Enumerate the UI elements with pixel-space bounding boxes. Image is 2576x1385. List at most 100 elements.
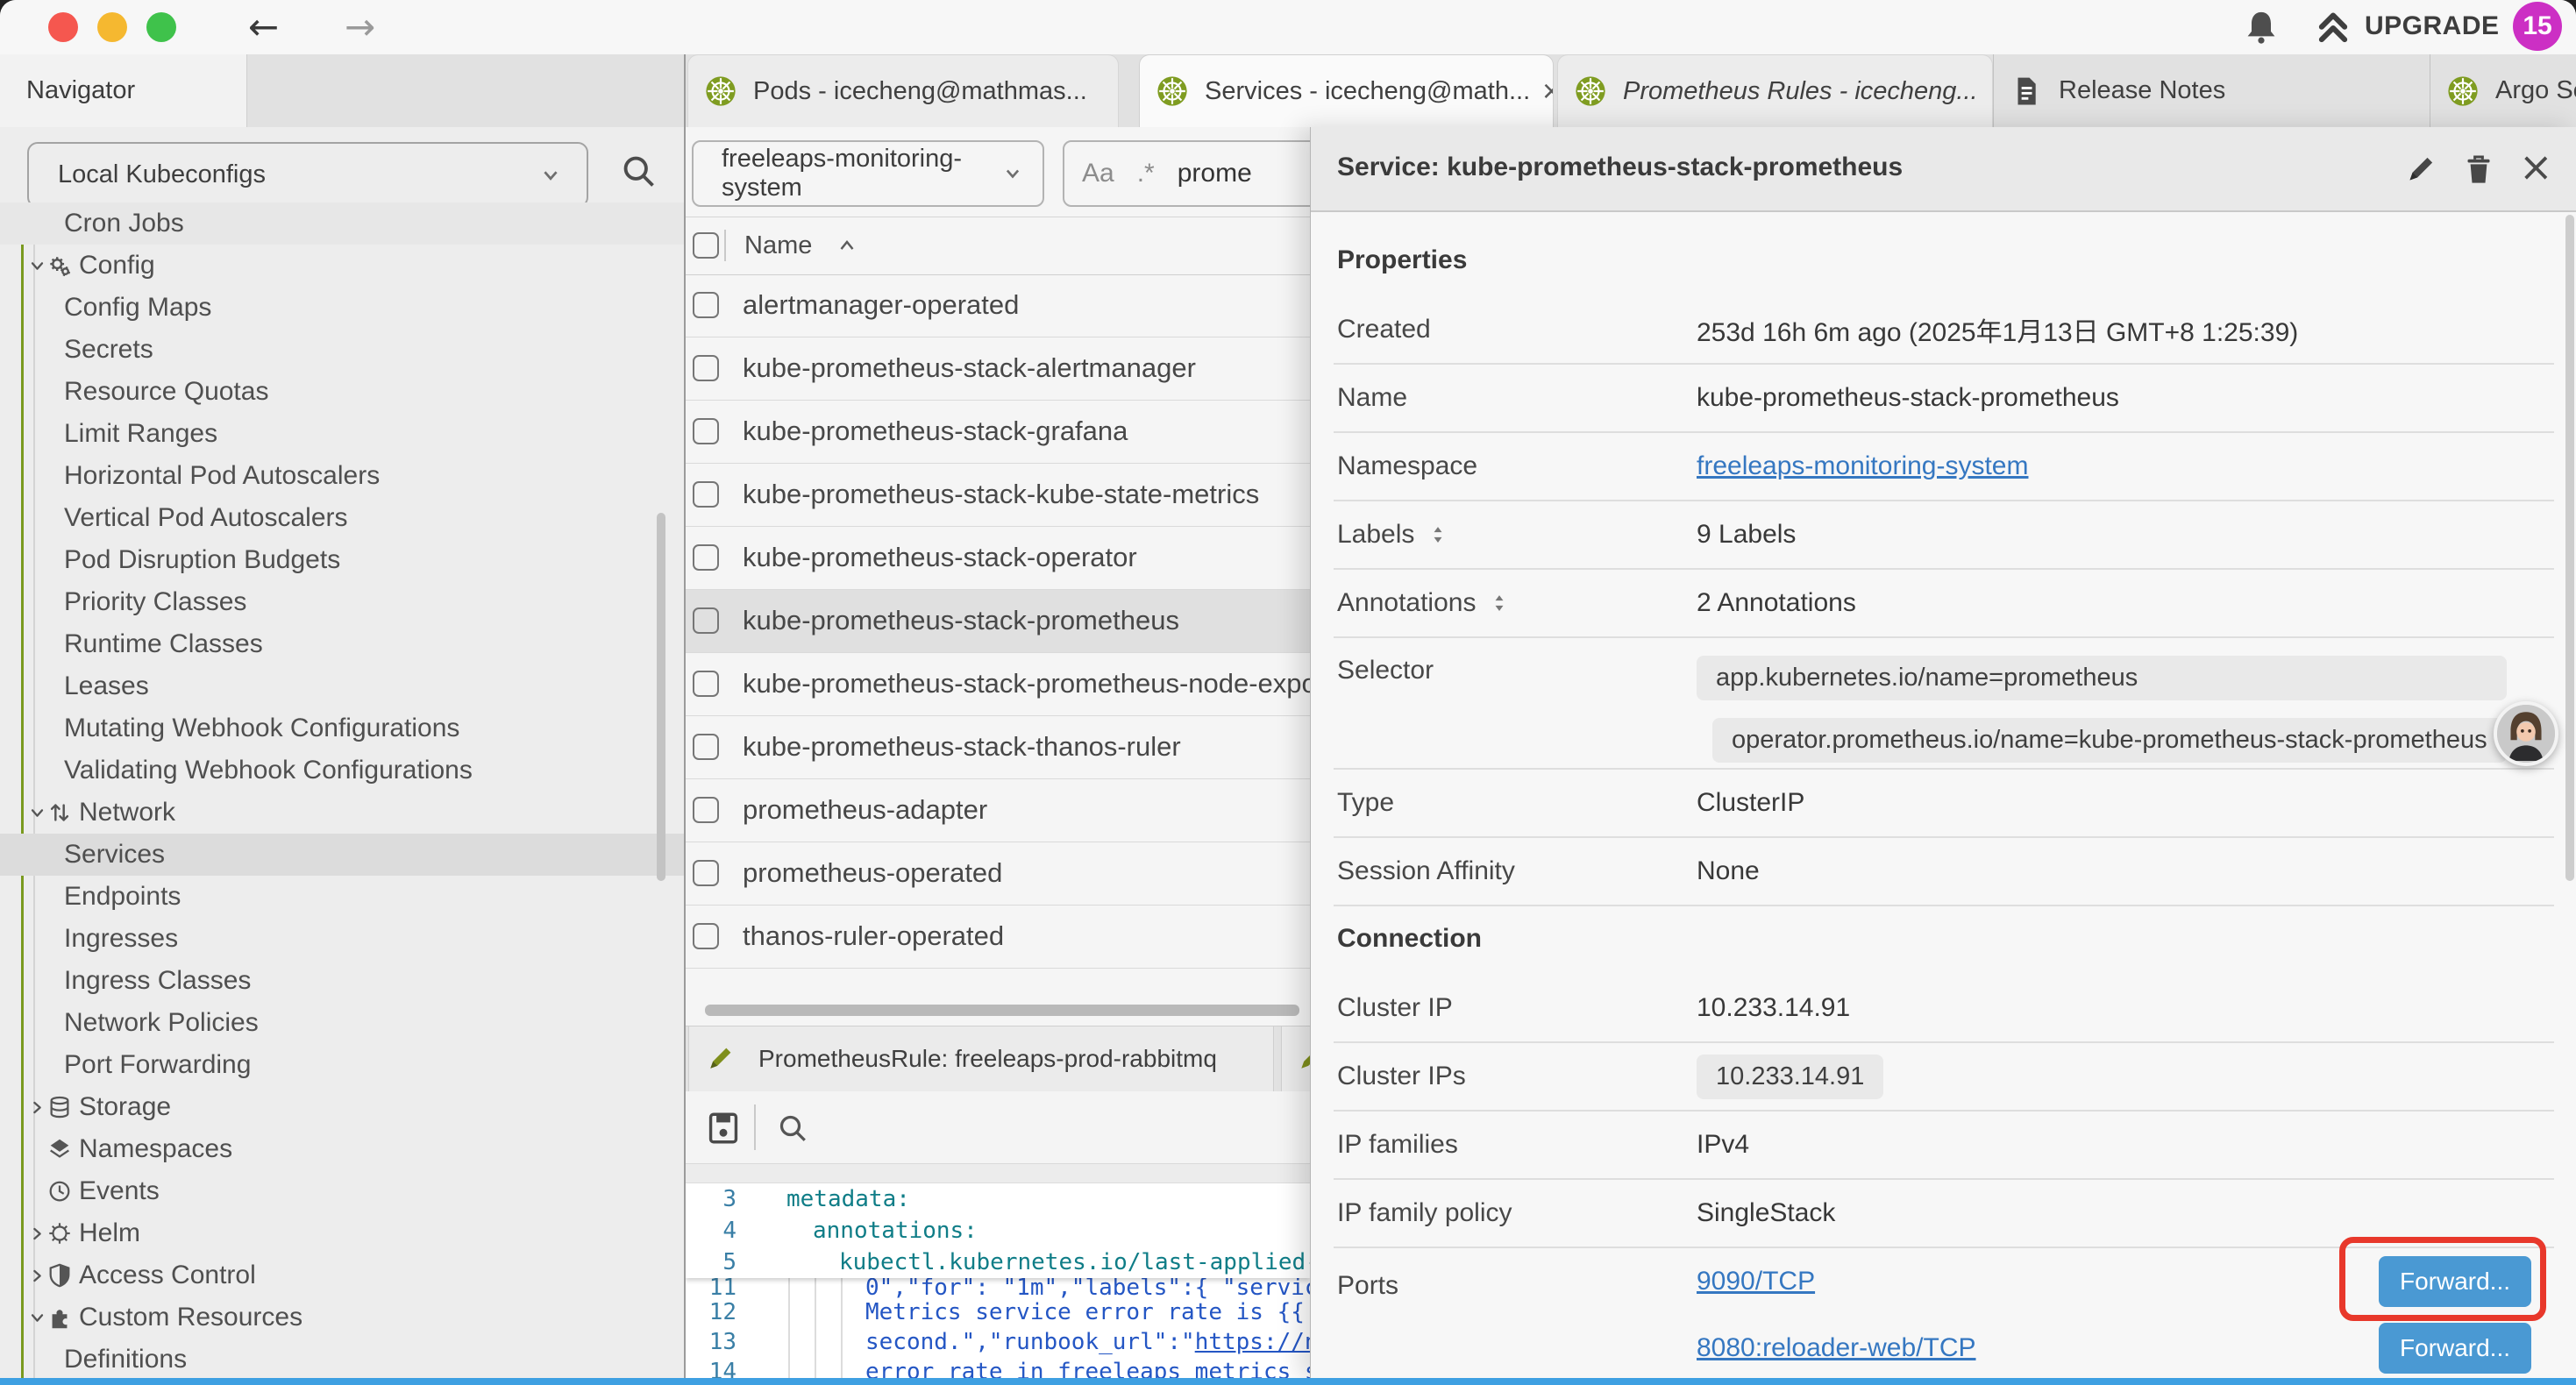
port-link[interactable]: 8080:reloader-web/TCP xyxy=(1697,1333,1976,1362)
sidebar-item-storage[interactable]: Storage xyxy=(0,1086,684,1128)
sidebar-item-vertical-pod-autoscalers[interactable]: Vertical Pod Autoscalers xyxy=(0,497,684,539)
yaml-editor[interactable]: 110","for": "1m","labels":{ "service": "… xyxy=(686,1183,1310,1380)
forward-button[interactable]: Forward... xyxy=(2379,1323,2531,1374)
row-checkbox[interactable] xyxy=(693,923,719,949)
sidebar-item-config-maps[interactable]: Config Maps xyxy=(0,287,684,329)
traffic-light-maximize[interactable] xyxy=(146,12,176,42)
forward-arrow-icon[interactable]: → xyxy=(345,4,375,51)
row-checkbox[interactable] xyxy=(693,734,719,760)
namespace-select[interactable]: freeleaps-monitoring-system xyxy=(692,140,1044,207)
forward-button[interactable]: Forward... xyxy=(2379,1256,2531,1307)
chevron-right-icon[interactable] xyxy=(26,1097,48,1119)
row-checkbox[interactable] xyxy=(693,481,719,508)
tab-services-icecheng-math[interactable]: Services - icecheng@math...× xyxy=(1139,54,1554,127)
back-arrow-icon[interactable]: ← xyxy=(248,4,279,51)
chevron-down-icon[interactable] xyxy=(26,802,48,824)
row-checkbox[interactable] xyxy=(693,544,719,571)
delete-icon[interactable] xyxy=(2461,152,2496,187)
sidebar-item-network-policies[interactable]: Network Policies xyxy=(0,1002,684,1044)
sidebar-item-ingress-classes[interactable]: Ingress Classes xyxy=(0,960,684,1002)
notification-count-badge[interactable]: 15 xyxy=(2513,2,2562,51)
sort-ascending-icon[interactable] xyxy=(836,237,858,254)
table-row-kube-prometheus-stack-kube-state-metrics[interactable]: kube-prometheus-stack-kube-state-metrics xyxy=(686,464,1310,527)
match-case-toggle[interactable]: Aa xyxy=(1082,159,1114,188)
editor-search-icon[interactable] xyxy=(775,1111,810,1146)
chevron-down-icon[interactable] xyxy=(26,1307,48,1329)
row-checkbox[interactable] xyxy=(693,860,719,886)
details-scrollbar[interactable] xyxy=(2565,215,2574,881)
tab-close-icon[interactable]: × xyxy=(1530,73,1554,110)
row-checkbox[interactable] xyxy=(693,418,719,444)
tab-argo-se[interactable]: Argo Se xyxy=(2430,54,2576,127)
table-row-kube-prometheus-stack-thanos-ruler[interactable]: kube-prometheus-stack-thanos-ruler xyxy=(686,716,1310,779)
sidebar-item-ingresses[interactable]: Ingresses xyxy=(0,918,684,960)
row-checkbox[interactable] xyxy=(693,355,719,381)
bell-icon[interactable] xyxy=(2242,8,2281,46)
sidebar-item-endpoints[interactable]: Endpoints xyxy=(0,876,684,918)
user-avatar[interactable] xyxy=(2494,701,2558,766)
editor-tab-partial[interactable] xyxy=(1281,1026,1310,1092)
sidebar-item-runtime-classes[interactable]: Runtime Classes xyxy=(0,623,684,665)
sidebar-item-config[interactable]: Config xyxy=(0,245,684,287)
table-row-prometheus-operated[interactable]: prometheus-operated xyxy=(686,842,1310,906)
sidebar-item-namespaces[interactable]: Namespaces xyxy=(0,1128,684,1170)
upgrade-icon[interactable] xyxy=(2315,10,2352,46)
sidebar-item-priority-classes[interactable]: Priority Classes xyxy=(0,581,684,623)
navigator-divider[interactable] xyxy=(684,54,686,1380)
table-row-kube-prometheus-stack-prometheus[interactable]: kube-prometheus-stack-prometheus xyxy=(686,590,1310,653)
search-icon[interactable] xyxy=(619,152,658,190)
filter-input[interactable]: Aa .* prome xyxy=(1063,140,1310,207)
chevron-down-icon[interactable] xyxy=(26,255,48,277)
edit-icon[interactable] xyxy=(2403,152,2438,187)
close-icon[interactable]: × xyxy=(2519,143,2553,190)
table-row-kube-prometheus-stack-alertmanager[interactable]: kube-prometheus-stack-alertmanager xyxy=(686,337,1310,401)
sidebar-item-services[interactable]: Services xyxy=(0,834,684,876)
tab-pods-icecheng-mathmas[interactable]: Pods - icecheng@mathmas... xyxy=(687,54,1119,127)
sidebar-item-validating-webhook-configurations[interactable]: Validating Webhook Configurations xyxy=(0,749,684,792)
traffic-light-minimize[interactable] xyxy=(97,12,127,42)
sidebar-item-events[interactable]: Events xyxy=(0,1170,684,1212)
navigator-scrollbar[interactable] xyxy=(657,513,665,881)
sidebar-item-port-forwarding[interactable]: Port Forwarding xyxy=(0,1044,684,1086)
navigator-panel-tab[interactable]: Navigator xyxy=(0,54,247,127)
table-row-prometheus-adapter[interactable]: prometheus-adapter xyxy=(686,779,1310,842)
table-row-kube-prometheus-stack-prometheus-node-exporter[interactable]: kube-prometheus-stack-prometheus-node-ex… xyxy=(686,653,1310,716)
sort-toggle-icon[interactable] xyxy=(1488,592,1511,614)
table-row-thanos-ruler-operated[interactable]: thanos-ruler-operated xyxy=(686,906,1310,969)
chevron-right-icon[interactable] xyxy=(26,1223,48,1245)
sidebar-item-pod-disruption-budgets[interactable]: Pod Disruption Budgets xyxy=(0,539,684,581)
row-checkbox[interactable] xyxy=(693,292,719,318)
sidebar-item-helm[interactable]: Helm xyxy=(0,1212,684,1254)
table-row-kube-prometheus-stack-grafana[interactable]: kube-prometheus-stack-grafana xyxy=(686,401,1310,464)
sidebar-item-custom-resources[interactable]: Custom Resources xyxy=(0,1296,684,1339)
table-horizontal-scrollbar[interactable] xyxy=(705,1005,1299,1016)
row-checkbox[interactable] xyxy=(693,607,719,634)
upgrade-label[interactable]: UPGRADE xyxy=(2365,11,2500,41)
sidebar-item-horizontal-pod-autoscalers[interactable]: Horizontal Pod Autoscalers xyxy=(0,455,684,497)
select-all-checkbox[interactable] xyxy=(693,232,719,259)
sort-toggle-icon[interactable] xyxy=(1427,523,1449,546)
table-row-alertmanager-operated[interactable]: alertmanager-operated xyxy=(686,274,1310,337)
port-link[interactable]: 9090/TCP xyxy=(1697,1267,1815,1296)
sidebar-item-cron-jobs[interactable]: Cron Jobs xyxy=(0,202,684,245)
tab-prometheus-rules-icecheng[interactable]: Prometheus Rules - icecheng... xyxy=(1557,54,1993,127)
chevron-right-icon[interactable] xyxy=(26,1265,48,1287)
namespace-link[interactable]: freeleaps-monitoring-system xyxy=(1697,451,2028,481)
table-row-kube-prometheus-stack-operator[interactable]: kube-prometheus-stack-operator xyxy=(686,527,1310,590)
tab-release-notes[interactable]: Release Notes xyxy=(1993,54,2430,127)
sidebar-item-secrets[interactable]: Secrets xyxy=(0,329,684,371)
save-icon[interactable] xyxy=(705,1110,742,1147)
row-checkbox[interactable] xyxy=(693,797,719,823)
editor-tab-prometheusrule[interactable]: PrometheusRule: freeleaps-prod-rabbitmq xyxy=(688,1026,1274,1092)
sidebar-item-access-control[interactable]: Access Control xyxy=(0,1254,684,1296)
kubeconfig-select[interactable]: Local Kubeconfigs xyxy=(27,142,588,208)
traffic-light-close[interactable] xyxy=(48,12,78,42)
sidebar-item-definitions[interactable]: Definitions xyxy=(0,1339,684,1381)
regex-toggle[interactable]: .* xyxy=(1137,159,1155,188)
sidebar-item-network[interactable]: Network xyxy=(0,792,684,834)
sidebar-item-leases[interactable]: Leases xyxy=(0,665,684,707)
sidebar-item-limit-ranges[interactable]: Limit Ranges xyxy=(0,413,684,455)
sidebar-item-mutating-webhook-configurations[interactable]: Mutating Webhook Configurations xyxy=(0,707,684,749)
row-checkbox[interactable] xyxy=(693,671,719,697)
sidebar-item-resource-quotas[interactable]: Resource Quotas xyxy=(0,371,684,413)
